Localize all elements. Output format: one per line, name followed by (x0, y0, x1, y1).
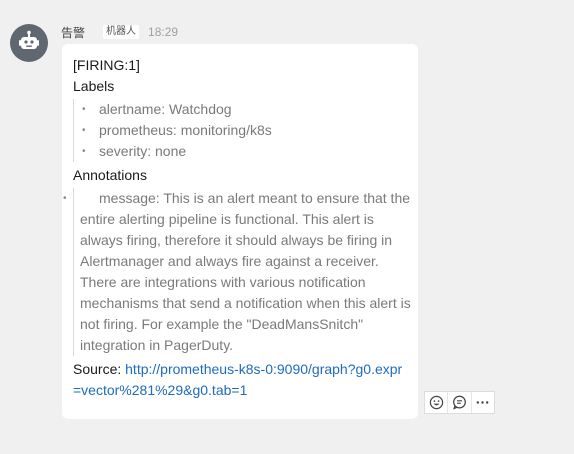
bullet-icon: • (82, 125, 86, 136)
robot-badge: 机器人 (103, 25, 140, 39)
emoji-icon (429, 395, 443, 410)
bullet-icon: • (63, 193, 67, 204)
source-line: Source: http://prometheus-k8s-0:9090/gra… (73, 359, 408, 401)
bullet-icon: • (82, 104, 86, 115)
labels-heading: Labels (73, 78, 115, 94)
comment-icon (453, 395, 466, 410)
message-time: 18:29 (148, 25, 179, 39)
list-item: • alertname: Watchdog (80, 99, 408, 120)
bullet-icon: • (82, 146, 86, 157)
annotation-message: message: This is an alert meant to ensur… (80, 190, 411, 353)
sender-name[interactable]: 告警 (61, 24, 85, 41)
labels-list: • alertname: Watchdog • prometheus: moni… (73, 99, 408, 162)
robot-icon (19, 30, 39, 49)
comment-button[interactable] (448, 392, 472, 413)
label-item-text: severity: none (99, 143, 187, 159)
sender-row: 告警 机器人 18:29 (61, 24, 178, 40)
label-item-text: prometheus: monitoring/k8s (99, 122, 272, 138)
alert-status: [FIRING:1] (73, 57, 140, 73)
more-button[interactable] (472, 392, 494, 413)
source-label: Source: (73, 361, 126, 377)
list-item: • message: This is an alert meant to ensu… (63, 188, 416, 356)
list-item: • severity: none (80, 141, 408, 162)
message-bubble[interactable]: [FIRING:1] Labels • alertname: Watchdog … (62, 44, 418, 419)
avatar[interactable] (10, 24, 48, 62)
label-item-text: alertname: Watchdog (99, 101, 232, 117)
emoji-button[interactable] (425, 392, 449, 413)
more-icon (476, 401, 489, 404)
annotations-heading: Annotations (73, 167, 147, 183)
list-item: • prometheus: monitoring/k8s (80, 120, 408, 141)
message-actions (424, 391, 495, 414)
annotations-list: • message: This is an alert meant to ensu… (63, 188, 416, 356)
